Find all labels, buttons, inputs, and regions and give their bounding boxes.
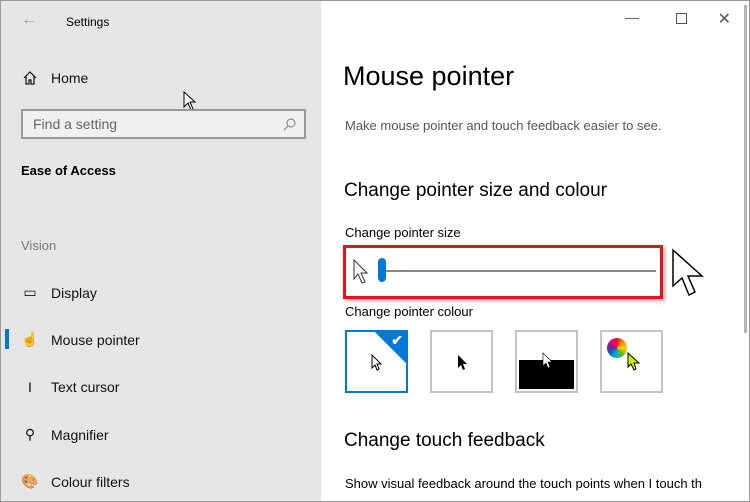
home-link[interactable]: Home	[21, 70, 88, 86]
search-placeholder: Find a setting	[33, 116, 118, 132]
item-label: Colour filters	[51, 473, 130, 490]
sidebar-item-display[interactable]: ▭ Display	[21, 284, 97, 301]
item-label: Magnifier	[51, 426, 109, 443]
inverted-pointer-icon	[542, 352, 553, 369]
group-label: Vision	[21, 238, 57, 253]
section-heading-pointer: Change pointer size and colour	[344, 180, 608, 201]
sidebar-item-mouse-pointer[interactable]: ☝ Mouse pointer	[21, 331, 140, 348]
home-label: Home	[51, 70, 89, 86]
minimize-button[interactable]: —	[625, 9, 639, 25]
monitor-icon: ▭	[23, 284, 37, 300]
back-button[interactable]: ←	[21, 11, 37, 29]
large-pointer-icon	[672, 248, 704, 297]
small-pointer-icon	[353, 259, 369, 284]
settings-window: ← Settings Home Find a setting Ease of A…	[0, 0, 750, 502]
magnifier-icon: ⚲	[24, 426, 36, 442]
window-title: Settings	[66, 15, 110, 29]
slider-thumb[interactable]	[378, 258, 386, 282]
sidebar-item-colour-filters[interactable]: 🎨 Colour filters	[21, 473, 130, 490]
highlight-box	[343, 245, 663, 299]
main-content: — ✕ Mouse pointer Make mouse pointer and…	[321, 1, 749, 501]
custom-pointer-icon	[627, 352, 641, 371]
white-pointer-icon	[371, 354, 383, 371]
black-pointer-icon	[458, 355, 467, 370]
page-title: Mouse pointer	[343, 61, 515, 91]
home-icon	[21, 71, 39, 85]
search-icon[interactable]	[283, 118, 296, 131]
item-label: Text cursor	[51, 379, 120, 395]
colour-option-white[interactable]: ✔	[345, 330, 408, 393]
page-subtitle: Make mouse pointer and touch feedback ea…	[345, 118, 662, 133]
item-label: Mouse pointer	[51, 331, 140, 348]
section-heading: Ease of Access	[21, 163, 116, 178]
checkmark-icon: ✔	[391, 332, 403, 348]
text-cursor-icon: I	[28, 379, 32, 395]
colour-label: Change pointer colour	[345, 304, 473, 319]
pointer-size-slider[interactable]	[378, 270, 656, 272]
colour-option-inverted[interactable]	[515, 330, 578, 393]
search-input[interactable]: Find a setting	[21, 109, 306, 139]
close-button[interactable]: ✕	[718, 9, 731, 29]
hand-pointer-icon: ☝	[21, 331, 39, 347]
size-label: Change pointer size	[345, 225, 461, 240]
sidebar: ← Settings Home Find a setting Ease of A…	[1, 1, 321, 501]
scrollbar-thumb[interactable]	[744, 5, 747, 333]
mouse-cursor-icon	[183, 91, 197, 111]
maximize-button[interactable]	[676, 13, 687, 24]
sidebar-item-magnifier[interactable]: ⚲ Magnifier	[21, 426, 109, 443]
colour-option-black[interactable]	[430, 330, 493, 393]
colour-wheel-icon	[607, 338, 627, 358]
selected-indicator	[5, 329, 9, 349]
sidebar-item-text-cursor[interactable]: I Text cursor	[21, 379, 119, 395]
colour-option-custom[interactable]	[600, 330, 663, 393]
touch-feedback-text: Show visual feedback around the touch po…	[345, 476, 703, 491]
palette-icon: 🎨	[21, 473, 39, 489]
section-heading-touch: Change touch feedback	[344, 430, 545, 451]
item-label: Display	[51, 284, 97, 301]
